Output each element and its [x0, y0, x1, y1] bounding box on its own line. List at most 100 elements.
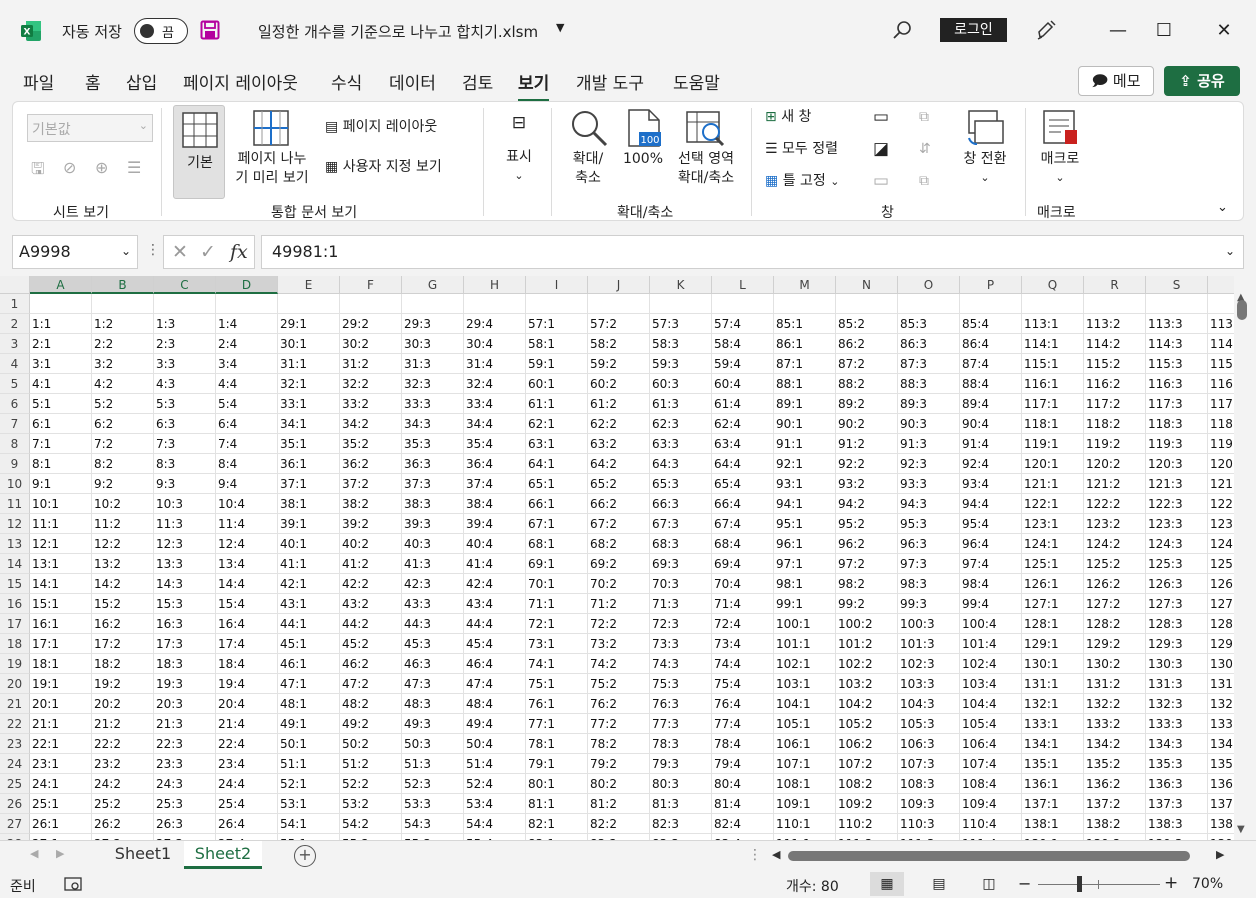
- cell[interactable]: 105:4: [960, 714, 1022, 734]
- cell[interactable]: 60:4: [712, 374, 774, 394]
- cell[interactable]: 110:4: [960, 814, 1022, 834]
- switch-windows-button[interactable]: 창 전환: [957, 150, 1013, 169]
- cell[interactable]: 130:4: [1208, 654, 1234, 674]
- chevron-down-icon[interactable]: ⌄: [499, 166, 539, 185]
- formula-input[interactable]: 49981:1 ⌄: [261, 235, 1244, 269]
- cell[interactable]: 35:2: [340, 434, 402, 454]
- cell[interactable]: 20:4: [216, 694, 278, 714]
- cell[interactable]: 119:2: [1084, 434, 1146, 454]
- document-title[interactable]: 일정한 개수를 기준으로 나누고 합치기.xlsm: [258, 21, 538, 42]
- cell[interactable]: 25:1: [30, 794, 92, 814]
- cell[interactable]: 45:1: [278, 634, 340, 654]
- cell[interactable]: 23:2: [92, 754, 154, 774]
- cell[interactable]: 79:2: [588, 754, 650, 774]
- hide-icon[interactable]: ◪: [873, 140, 889, 159]
- cell[interactable]: 4:4: [216, 374, 278, 394]
- show-button[interactable]: 표시: [499, 148, 539, 167]
- row-header[interactable]: 19: [0, 654, 30, 674]
- cell[interactable]: 39:1: [278, 514, 340, 534]
- cell[interactable]: 87:3: [898, 354, 960, 374]
- cell[interactable]: 130:2: [1084, 654, 1146, 674]
- cell[interactable]: 131:2: [1084, 674, 1146, 694]
- cell[interactable]: 63:2: [588, 434, 650, 454]
- cell[interactable]: 59:2: [588, 354, 650, 374]
- page-break-preview-label-1[interactable]: 페이지 나누: [227, 150, 317, 169]
- chevron-down-icon[interactable]: ⌄: [1225, 244, 1235, 258]
- enter-icon[interactable]: ✓: [200, 241, 216, 263]
- cell[interactable]: 85:4: [960, 314, 1022, 334]
- cell[interactable]: 134:1: [1022, 734, 1084, 754]
- cell[interactable]: 70:2: [588, 574, 650, 594]
- cell[interactable]: 76:3: [650, 694, 712, 714]
- cell[interactable]: 2:1: [30, 334, 92, 354]
- cell[interactable]: 120:1: [1022, 454, 1084, 474]
- cell[interactable]: [650, 294, 712, 314]
- row-header[interactable]: 12: [0, 514, 30, 534]
- cell[interactable]: 110:3: [898, 814, 960, 834]
- login-button[interactable]: 로그인: [940, 18, 1007, 42]
- cell[interactable]: 107:2: [836, 754, 898, 774]
- row-header[interactable]: 15: [0, 574, 30, 594]
- cell[interactable]: 135:2: [1084, 754, 1146, 774]
- cell[interactable]: 125:4: [1208, 554, 1234, 574]
- cell[interactable]: 82:1: [526, 814, 588, 834]
- cell[interactable]: 14:1: [30, 574, 92, 594]
- cell[interactable]: 10:2: [92, 494, 154, 514]
- column-header-k[interactable]: K: [650, 276, 712, 294]
- cell[interactable]: 42:4: [464, 574, 526, 594]
- cell[interactable]: 100:1: [774, 614, 836, 634]
- cell[interactable]: 37:3: [402, 474, 464, 494]
- cell[interactable]: 1:3: [154, 314, 216, 334]
- cell[interactable]: 121:3: [1146, 474, 1208, 494]
- cell[interactable]: 44:2: [340, 614, 402, 634]
- cell[interactable]: 41:2: [340, 554, 402, 574]
- cell[interactable]: 59:4: [712, 354, 774, 374]
- column-header-d[interactable]: D: [216, 276, 278, 294]
- cell[interactable]: 51:1: [278, 754, 340, 774]
- cell[interactable]: 96:3: [898, 534, 960, 554]
- cell[interactable]: 58:1: [526, 334, 588, 354]
- cell[interactable]: 113:1: [1022, 314, 1084, 334]
- cell[interactable]: 44:1: [278, 614, 340, 634]
- cell[interactable]: 91:1: [774, 434, 836, 454]
- cell[interactable]: 110:2: [836, 814, 898, 834]
- options-list-icon[interactable]: ☰: [127, 158, 141, 177]
- cell[interactable]: 106:2: [836, 734, 898, 754]
- cell[interactable]: 125:3: [1146, 554, 1208, 574]
- cell[interactable]: [960, 294, 1022, 314]
- column-header-o[interactable]: O: [898, 276, 960, 294]
- column-header-j[interactable]: J: [588, 276, 650, 294]
- cell[interactable]: 138:1: [1022, 814, 1084, 834]
- cell[interactable]: 126:2: [1084, 574, 1146, 594]
- tab-insert[interactable]: 삽입: [126, 69, 157, 94]
- cell[interactable]: 81:4: [712, 794, 774, 814]
- cell[interactable]: 48:3: [402, 694, 464, 714]
- page-break-preview-icon[interactable]: [253, 110, 289, 146]
- cell[interactable]: 10:4: [216, 494, 278, 514]
- cell[interactable]: 50:2: [340, 734, 402, 754]
- cell[interactable]: 118:1: [1022, 414, 1084, 434]
- cell[interactable]: 71:2: [588, 594, 650, 614]
- tab-developer[interactable]: 개발 도구: [576, 69, 644, 94]
- cell[interactable]: 36:4: [464, 454, 526, 474]
- cell[interactable]: 41:4: [464, 554, 526, 574]
- cell[interactable]: 99:3: [898, 594, 960, 614]
- cell[interactable]: 53:4: [464, 794, 526, 814]
- row-header[interactable]: 16: [0, 594, 30, 614]
- zoom-icon[interactable]: [569, 108, 609, 148]
- cell[interactable]: [402, 294, 464, 314]
- cell[interactable]: 131:4: [1208, 674, 1234, 694]
- cell[interactable]: 77:1: [526, 714, 588, 734]
- row-header[interactable]: 6: [0, 394, 30, 414]
- cell[interactable]: 92:2: [836, 454, 898, 474]
- cell[interactable]: 135:1: [1022, 754, 1084, 774]
- zoom-label-2[interactable]: 축소: [565, 169, 611, 188]
- row-header[interactable]: 1: [0, 294, 30, 314]
- cell[interactable]: 57:3: [650, 314, 712, 334]
- cell[interactable]: 127:2: [1084, 594, 1146, 614]
- column-header-n[interactable]: N: [836, 276, 898, 294]
- cell[interactable]: 108:2: [836, 774, 898, 794]
- cell[interactable]: 95:3: [898, 514, 960, 534]
- cell[interactable]: 35:3: [402, 434, 464, 454]
- cell[interactable]: 67:3: [650, 514, 712, 534]
